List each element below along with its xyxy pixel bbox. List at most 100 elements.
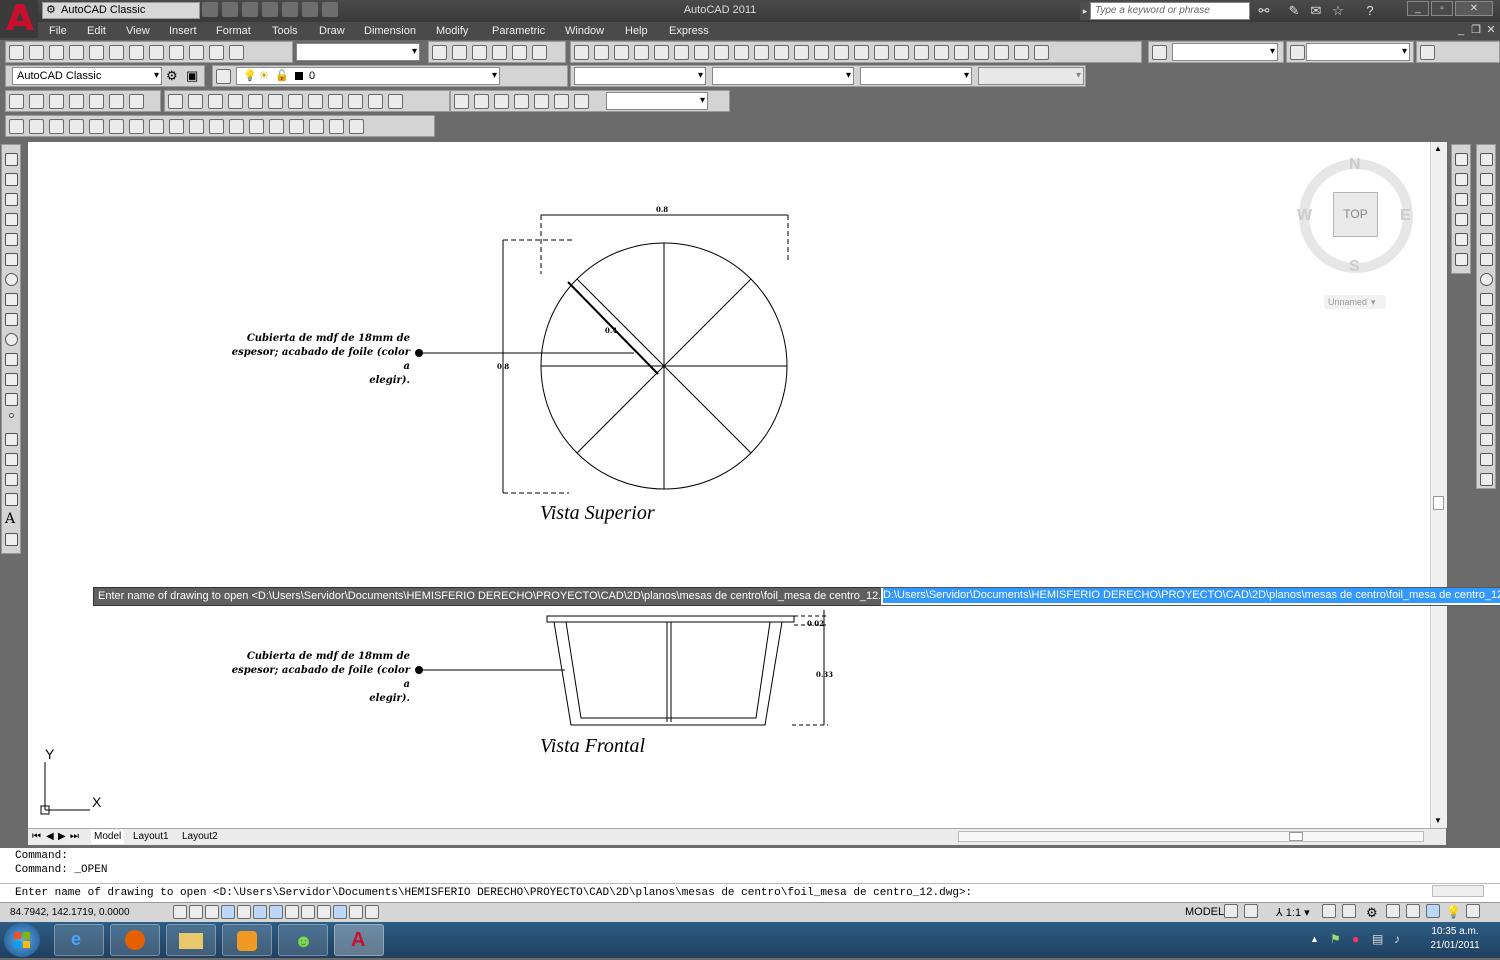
doc-restore-button[interactable]: ❐ <box>1469 22 1483 38</box>
explode-icon[interactable] <box>1480 473 1493 486</box>
offset-icon[interactable] <box>1480 213 1493 226</box>
properties-icon[interactable] <box>914 45 929 60</box>
dim-style-dropdown[interactable] <box>1306 43 1410 61</box>
trim-icon[interactable] <box>1480 333 1493 346</box>
tool-button[interactable] <box>309 119 324 134</box>
plot-icon[interactable] <box>634 45 649 60</box>
tool-button[interactable] <box>9 119 24 134</box>
snap-icon[interactable] <box>189 905 203 919</box>
gear-icon[interactable]: ⚙ <box>1366 905 1378 921</box>
workspace-toolbar-dropdown[interactable]: AutoCAD Classic <box>12 67 162 85</box>
tool-button[interactable] <box>129 45 144 60</box>
publish-icon[interactable] <box>674 45 689 60</box>
send-under-icon[interactable] <box>1455 213 1468 226</box>
command-scrollbar[interactable] <box>1432 885 1484 897</box>
tool-button[interactable] <box>69 94 84 109</box>
lwt-icon[interactable] <box>317 905 331 919</box>
tool-button[interactable] <box>89 45 104 60</box>
tray-expand-icon[interactable]: ▲ <box>1310 934 1319 944</box>
color-control-dropdown[interactable] <box>574 67 706 85</box>
tool-button[interactable] <box>532 45 547 60</box>
tool-button[interactable] <box>109 45 124 60</box>
tool-button[interactable] <box>512 45 527 60</box>
search-input[interactable]: Type a keyword or phrase <box>1090 2 1250 20</box>
horizontal-scrollbar[interactable] <box>958 831 1424 842</box>
save-icon[interactable] <box>242 2 258 17</box>
h-scroll-thumb[interactable] <box>1289 832 1303 841</box>
dynamic-input-field[interactable]: D:\Users\Servidor\Documents\HEMISFERIO D… <box>880 587 1500 606</box>
ordinate-icon[interactable] <box>228 94 243 109</box>
doc-close-button[interactable]: ✕ <box>1484 22 1498 38</box>
design-center-icon[interactable] <box>934 45 949 60</box>
dim-style-icon[interactable] <box>1290 45 1305 60</box>
ellipse-arc-icon[interactable] <box>5 353 18 366</box>
system-clock[interactable]: 10:35 a.m. 21/01/2011 <box>1420 925 1490 953</box>
revision-cloud-icon[interactable] <box>5 293 18 306</box>
taskbar-firefox[interactable] <box>110 924 160 956</box>
action-center-icon[interactable]: ▤ <box>1372 932 1383 946</box>
save-as-icon[interactable] <box>262 2 278 17</box>
arc-length-icon[interactable] <box>208 94 223 109</box>
dim-style-control-dropdown[interactable] <box>606 92 708 110</box>
maximize-button[interactable]: ▫ <box>1431 1 1453 16</box>
tool-button[interactable] <box>149 45 164 60</box>
hatch-back-icon[interactable] <box>1455 253 1468 266</box>
command-window[interactable]: Command: Command: _OPEN Enter name of dr… <box>0 848 1500 902</box>
zoom-previous-icon[interactable] <box>894 45 909 60</box>
angular-icon[interactable] <box>308 94 323 109</box>
sheet-set-icon[interactable] <box>974 45 989 60</box>
menu-help[interactable]: Help <box>625 22 648 40</box>
add-selected-icon[interactable] <box>5 533 18 546</box>
inspect-icon[interactable] <box>494 94 509 109</box>
subscription-icon[interactable]: ✎ <box>1286 3 1302 19</box>
hatch-icon[interactable] <box>5 433 18 446</box>
plotstyle-control-dropdown[interactable] <box>978 67 1084 85</box>
tab-layout2[interactable]: Layout2 <box>182 830 218 844</box>
workspace-settings-icon[interactable]: ▣ <box>186 68 198 84</box>
last-tab-icon[interactable]: ⏭ <box>70 830 79 844</box>
spline-icon[interactable] <box>5 313 18 326</box>
tool-button[interactable] <box>109 94 124 109</box>
construction-line-icon[interactable] <box>5 173 18 186</box>
undo-icon[interactable] <box>794 45 809 60</box>
tool-button[interactable] <box>49 94 64 109</box>
grid-icon[interactable] <box>205 905 219 919</box>
tolerance-icon[interactable] <box>454 94 469 109</box>
annotation-visibility-icon[interactable] <box>1322 904 1336 918</box>
menu-modify[interactable]: Modify <box>436 22 468 40</box>
join-icon[interactable] <box>1480 413 1493 426</box>
compass-west[interactable]: W <box>1297 207 1312 225</box>
menu-tools[interactable]: Tools <box>272 22 298 40</box>
tool-button[interactable] <box>69 119 84 134</box>
tool-button[interactable] <box>349 119 364 134</box>
tool-button[interactable] <box>189 45 204 60</box>
ducs-icon[interactable] <box>285 905 299 919</box>
dim-edit-icon[interactable] <box>534 94 549 109</box>
line-icon[interactable] <box>5 153 18 166</box>
ortho-icon[interactable] <box>221 905 235 919</box>
markup-icon[interactable] <box>994 45 1009 60</box>
communication-icon[interactable]: ✉ <box>1308 3 1324 19</box>
minimize-button[interactable]: _ <box>1407 1 1429 16</box>
compass-south[interactable]: S <box>1349 258 1360 276</box>
tool-button[interactable] <box>189 119 204 134</box>
menu-format[interactable]: Format <box>216 22 251 40</box>
tool-button[interactable] <box>229 119 244 134</box>
fillet-icon[interactable] <box>1480 453 1493 466</box>
dyn-icon[interactable] <box>301 905 315 919</box>
coordinate-readout[interactable]: 84.7942, 142.1719, 0.0000 <box>10 907 130 918</box>
move-icon[interactable] <box>1480 253 1493 266</box>
multiline-text-icon[interactable]: A <box>5 511 15 527</box>
paste-icon[interactable] <box>754 45 769 60</box>
toolbar-lock-icon[interactable] <box>1386 904 1400 918</box>
undo-icon[interactable] <box>282 2 298 17</box>
tool-button[interactable] <box>329 119 344 134</box>
scale-icon[interactable] <box>1480 293 1493 306</box>
rotate-icon[interactable] <box>1480 273 1493 286</box>
tab-model[interactable]: Model <box>91 830 125 844</box>
infer-constraints-icon[interactable] <box>173 905 187 919</box>
antivirus-icon[interactable]: ● <box>1352 932 1359 946</box>
start-button[interactable] <box>4 923 40 957</box>
tool-button[interactable] <box>229 45 244 60</box>
make-block-icon[interactable] <box>5 393 18 406</box>
